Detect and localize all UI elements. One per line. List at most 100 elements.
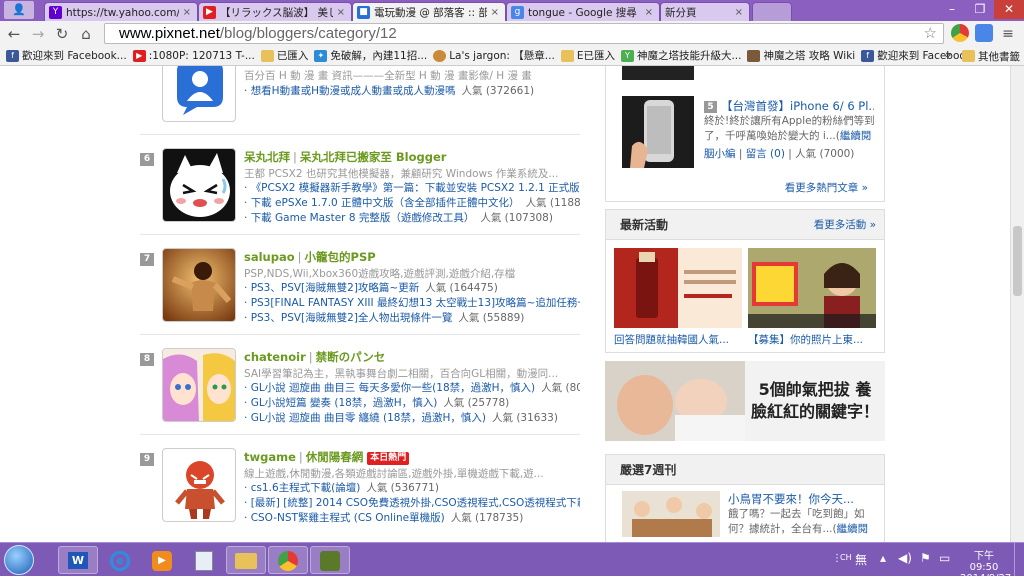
event-card-image[interactable] [614, 248, 742, 328]
close-icon[interactable]: × [183, 7, 191, 18]
tab-yahoo[interactable]: Y https://tw.yahoo.com/ 著 × [44, 2, 198, 21]
blog-title[interactable]: 呆丸北拜 | 呆丸北拜已搬家至 Blogger [244, 149, 446, 165]
tab-pixnet[interactable]: ■ 電玩動漫 @ 部落客 :: 部落 × [352, 2, 506, 21]
bookmark-item[interactable]: E已匯入 [560, 48, 615, 63]
bookmark-item[interactable]: La's jargon: 【懸章... [433, 48, 555, 63]
blogger-avatar[interactable] [162, 148, 236, 222]
post-link[interactable]: · 下載 ePSXe 1.7.0 正體中文版（含全部插件正體中文化） 人氣 (11… [244, 196, 580, 211]
post-popularity: 人氣 (372661) [461, 85, 535, 97]
minimize-icon[interactable]: – [938, 0, 966, 19]
post-link[interactable]: · PS3、PSV[海賊無雙2]攻略篇~更新 人氣 (164475) [244, 281, 580, 296]
menu-icon[interactable]: ≡ [998, 24, 1018, 44]
close-icon[interactable]: × [491, 7, 499, 18]
post-link-text: PS3[FINAL FANTASY XIII 最終幻想13 太空戰士13]攻略篇… [250, 297, 580, 309]
close-icon[interactable]: × [645, 7, 653, 18]
tab-new[interactable]: 新分頁 × [660, 2, 750, 21]
profile-avatar-icon[interactable]: 👤 [4, 1, 34, 19]
start-button-icon[interactable] [4, 545, 34, 575]
tab-google[interactable]: g tongue - Google 搜尋 × [506, 2, 660, 21]
close-icon[interactable]: × [337, 7, 345, 18]
bookmark-item[interactable]: 神魔之塔 攻略 Wiki [747, 48, 855, 63]
post-link[interactable]: · cs1.6主程式下載(論壇) 人氣 (536771) [244, 481, 580, 496]
weekly-thumbnail[interactable] [622, 491, 720, 537]
address-bar[interactable]: www.pixnet.net/blog/bloggers/category/12… [104, 23, 944, 44]
blogger-avatar[interactable] [162, 348, 236, 422]
show-desktop-button[interactable] [1014, 543, 1024, 576]
word-taskbar-icon[interactable]: W [58, 546, 98, 574]
hot-articles-panel: 5 【台灣首發】iPhone 6/ 6 Pl... 終於!終於讓所有Apple的粉… [605, 66, 885, 202]
post-link[interactable]: · 《PCSX2 模擬器新手教學》第一篇：下載並安裝 PCSX2 1.2.1 正… [244, 181, 580, 196]
blog-title[interactable]: twgame | 休閒陽春網 本日熱門 [244, 449, 410, 465]
post-link[interactable]: · PS3[FINAL FANTASY XIII 最終幻想13 太空戰士13]攻… [244, 296, 580, 311]
post-link[interactable]: · 下載 Game Master 8 完整版（遊戲修改工具） 人氣 (107308… [244, 211, 580, 226]
facebook-icon: f [6, 49, 19, 62]
tray-arrow-icon[interactable]: ▴ [880, 551, 886, 565]
game-taskbar-icon[interactable] [310, 546, 350, 574]
more-events-link[interactable]: 看更多活動 » [814, 210, 876, 240]
forward-arrow-icon[interactable]: → [28, 24, 48, 44]
popularity-count: 人氣 (7000) [795, 148, 855, 160]
article-thumbnail[interactable] [622, 66, 694, 80]
explorer-taskbar-icon[interactable] [226, 546, 266, 574]
post-link[interactable]: · 想看H動畫或H動漫或成人動畫或成人動漫嗎 人氣 (372661) [244, 84, 580, 99]
blogger-entry: 8 chatenoir | 禁断のパンセ SAI學習筆記為主，黑執事舞台劇二相關，百… [140, 348, 580, 426]
scrollbar-thumb[interactable] [1013, 226, 1022, 296]
event-card-caption[interactable]: 【募集】你的照片上東... [748, 332, 876, 347]
post-link-text: GL小說 迴旋曲 曲目三 每天多愛你一些(18禁，過激H，慎入) [250, 382, 536, 394]
bookmark-item[interactable]: ✦ 免破解，內建11招... [314, 48, 427, 63]
blogger-avatar[interactable] [162, 248, 236, 322]
author-link[interactable]: 胭小編 [704, 148, 736, 160]
ie-taskbar-icon[interactable]: e [100, 546, 140, 574]
post-link[interactable]: · CSO-NST緊雞主程式 (CS Online單機版) 人氣 (178735) [244, 511, 580, 526]
bookmark-item[interactable]: ▶:1080P: 120713 T-... [132, 49, 255, 62]
close-icon[interactable]: × [735, 7, 743, 18]
bookmark-item[interactable]: f 歡迎來到 Facebook... [6, 48, 127, 63]
chrome-extension-icon[interactable] [951, 24, 969, 42]
home-icon[interactable]: ⌂ [76, 24, 96, 44]
post-link[interactable]: · GL小說 迴旋曲 曲目零 纏繞 (18禁，過激H，慎入) 人氣 (31633) [244, 411, 580, 426]
media-player-taskbar-icon[interactable]: ▶ [142, 546, 182, 574]
article-thumbnail[interactable] [622, 96, 694, 168]
extension-icon[interactable] [975, 24, 993, 42]
new-tab-button[interactable] [752, 2, 792, 21]
event-card-image[interactable] [748, 248, 876, 328]
promo-banner[interactable]: 5個帥氣把拔 養臉紅紅的關鍵字！ [605, 361, 885, 441]
close-window-icon[interactable]: ✕ [994, 0, 1024, 19]
comments-link[interactable]: 留言 (0) [746, 148, 785, 160]
more-hot-articles-link[interactable]: 看更多熱門文章 » [785, 180, 868, 195]
ime-indicator[interactable]: CH [840, 553, 852, 562]
input-method-icon[interactable]: 無 [855, 551, 867, 568]
weekly-title[interactable]: 小鳥胃不要來！你今天... [728, 491, 854, 507]
chrome-taskbar-icon[interactable] [268, 546, 308, 574]
blog-headline: 小籠包的PSP [304, 250, 376, 264]
blog-title[interactable]: chatenoir | 禁断のパンセ [244, 349, 385, 365]
blog-headline: 呆丸北拜已搬家至 Blogger [299, 150, 447, 164]
post-link[interactable]: · [最新] [統整] 2014 CSO免費透視外掛,CSO透視程式,CSO透視… [244, 496, 580, 511]
restore-icon[interactable]: ❐ [966, 0, 994, 19]
post-link[interactable]: · PS3、PSV[海賊無雙2]全人物出現條件一覽 人氣 (55889) [244, 311, 580, 326]
blog-title[interactable]: salupao | 小籠包的PSP [244, 249, 376, 265]
reload-icon[interactable]: ↻ [52, 24, 72, 44]
network-icon[interactable]: ▭ [939, 551, 950, 565]
blog-headline: 禁断のパンセ [315, 350, 386, 364]
tab-youtube[interactable]: ▶ 【リラックス脳波】 美し × [198, 2, 352, 21]
system-clock[interactable]: 下午 09:50 2014/9/27 [960, 547, 1011, 584]
post-link[interactable]: · GL小說短篇 變奏 (18禁，過激H，慎入) 人氣 (25778) [244, 396, 580, 411]
event-card-caption[interactable]: 回答問題就抽韓國人氣... [614, 332, 742, 347]
bookmark-item[interactable]: Y 神魔之塔技能升級大... [620, 48, 741, 63]
volume-icon[interactable]: ◀) [898, 551, 912, 565]
action-center-icon[interactable]: ⚑ [920, 551, 931, 565]
page-scrollbar[interactable] [1010, 66, 1024, 542]
hot-article-title[interactable]: 5 【台灣首發】iPhone 6/ 6 Pl... [704, 98, 874, 114]
back-arrow-icon[interactable]: ← [4, 24, 24, 44]
bookmark-star-icon[interactable]: ☆ [924, 24, 937, 43]
bookmark-item[interactable]: 已匯入 [260, 48, 308, 63]
blogger-avatar[interactable] [162, 66, 236, 122]
post-link[interactable]: · GL小說 迴旋曲 曲目三 每天多愛你一些(18禁，過激H，慎入) 人氣 (80… [244, 381, 580, 396]
bookmarks-overflow-button[interactable]: » [945, 49, 951, 61]
other-bookmarks[interactable]: 其他書籤 [962, 46, 1020, 65]
document-taskbar-icon[interactable] [184, 546, 224, 574]
blogger-avatar[interactable] [162, 448, 236, 522]
bookmark-item[interactable]: f 歡迎來到 Facebook [861, 48, 972, 63]
read-more-link[interactable]: 繼續閱 [837, 523, 869, 535]
